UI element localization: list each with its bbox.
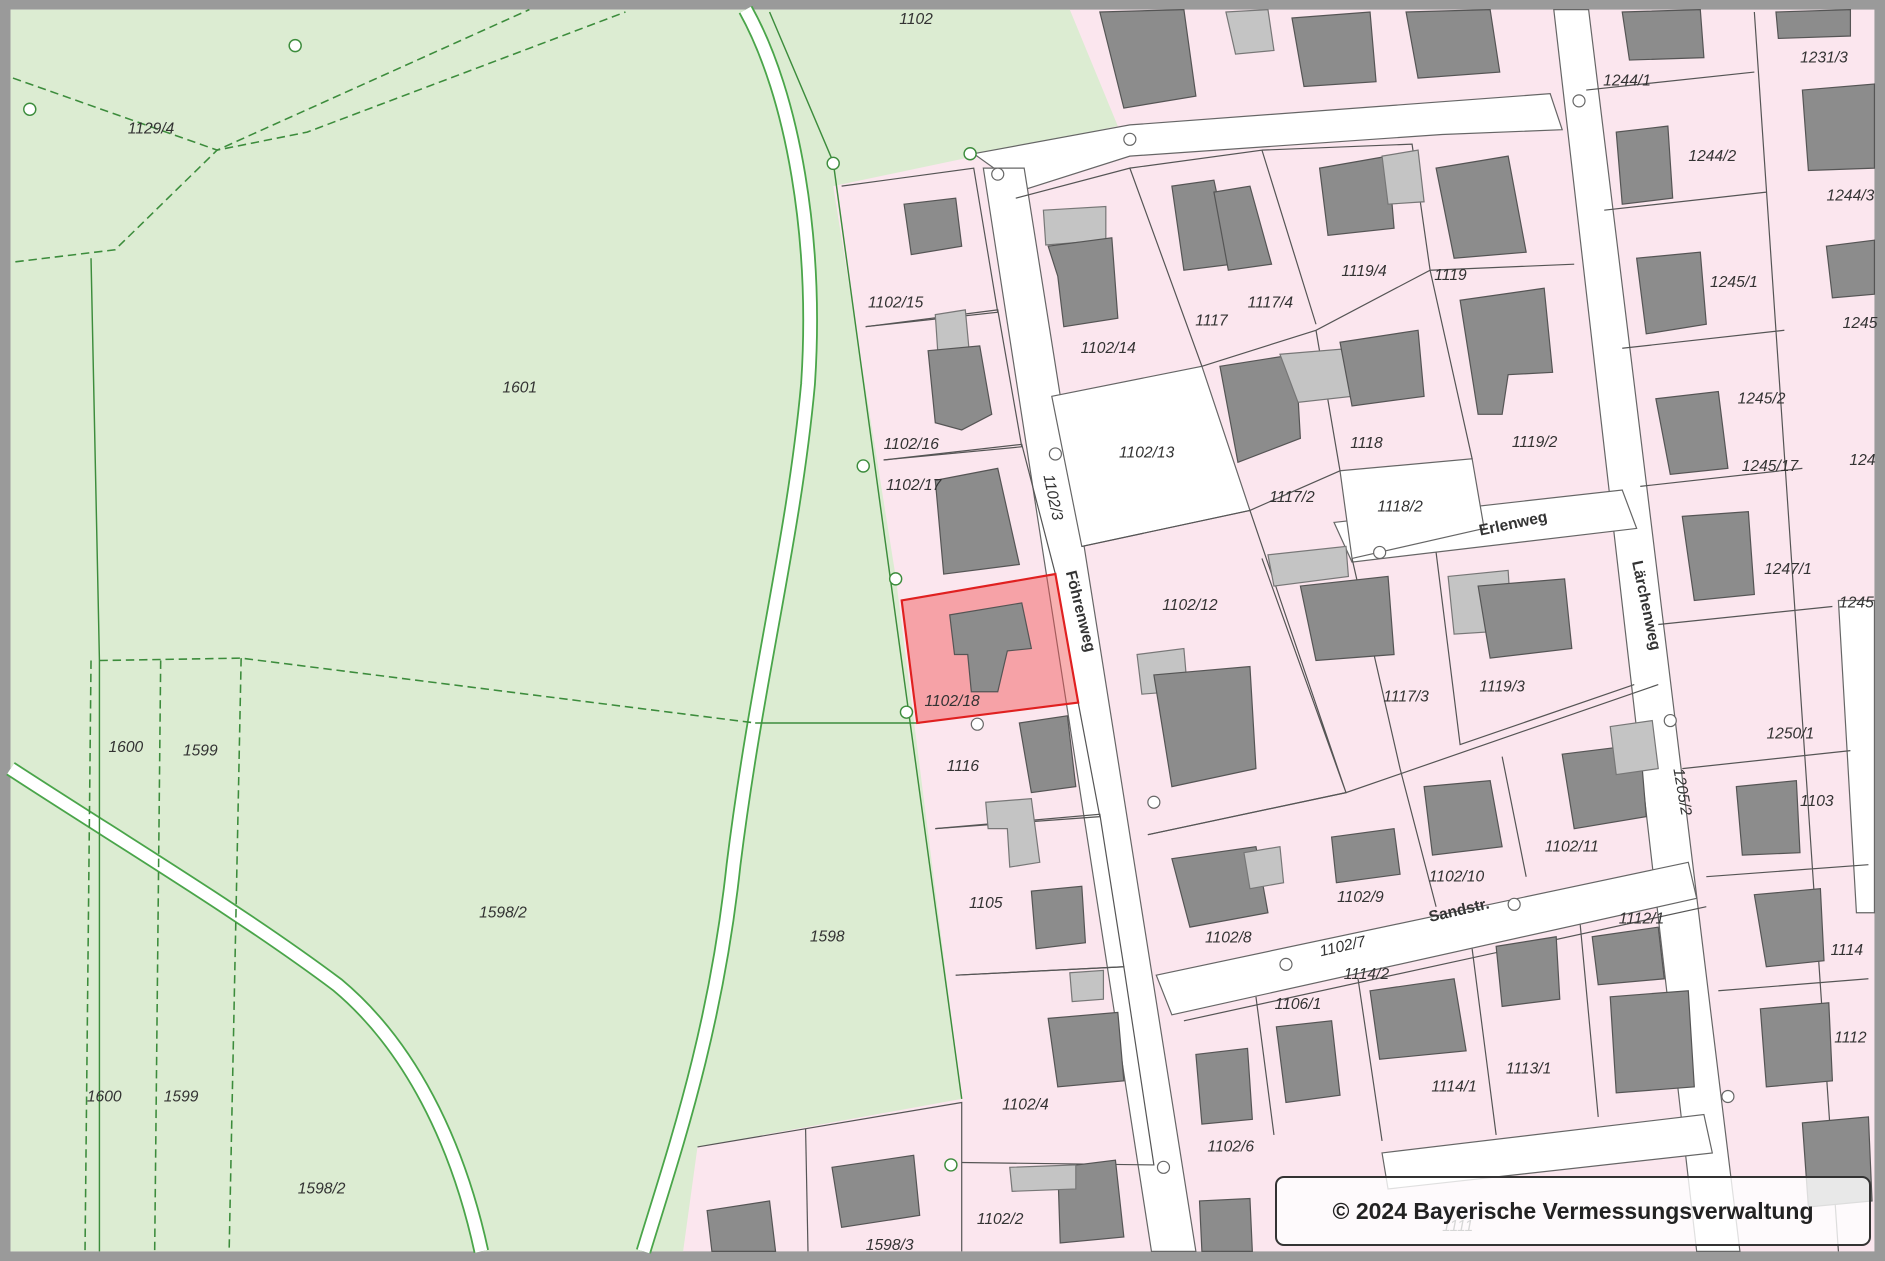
parcel-label: 1102/6: [1207, 1139, 1254, 1156]
copyright-notice: © 2024 Bayerische Vermessungsverwaltung: [1275, 1176, 1871, 1246]
parcel-label: 1119: [1434, 267, 1467, 284]
parcel-label: 1118: [1350, 435, 1383, 452]
parcel-label: 1244/2: [1688, 148, 1736, 165]
parcel-label: 1102/16: [884, 436, 940, 453]
parcel-label: 1599: [164, 1088, 199, 1105]
parcel-label: 1598/3: [866, 1237, 914, 1254]
parcel-label: 1102: [899, 11, 933, 28]
map-view[interactable]: 1102 1129/4 1601 1600 1599 1598/2 1598 1…: [0, 0, 1885, 1261]
parcel-label: 1116: [947, 758, 980, 775]
parcel-label-selected: 1102/18: [924, 693, 980, 710]
parcel-label: 1250/1: [1766, 726, 1814, 743]
parcel-label: 1102/10: [1429, 868, 1485, 885]
cadastral-map[interactable]: 1102 1129/4 1601 1600 1599 1598/2 1598 1…: [0, 0, 1885, 1261]
parcel-label: 1598/2: [298, 1181, 346, 1198]
parcel-label: 1102/12: [1162, 597, 1218, 614]
parcel-label: 1245/2: [1738, 391, 1786, 408]
parcel-label: 1114/2: [1344, 966, 1390, 983]
parcel-label: 1119/2: [1512, 434, 1558, 451]
parcel-label: 1105: [969, 895, 1003, 912]
parcel-label: 1114: [1831, 942, 1864, 959]
parcel-label: 1244/1: [1603, 72, 1651, 89]
parcel-label: 1102/11: [1545, 838, 1599, 855]
parcel-label: 1599: [183, 742, 218, 759]
parcel-label: 1231/3: [1800, 49, 1848, 66]
parcel-label: 1244/3: [1827, 188, 1875, 205]
parcel-label: 1600: [108, 739, 143, 756]
parcel-label: 1102/15: [868, 294, 924, 311]
parcel-label: 1113/1: [1506, 1061, 1551, 1078]
parcel-label: 1102/17: [886, 477, 943, 494]
parcel-label: 1118/2: [1377, 499, 1423, 516]
parcel-label: 1114/1: [1431, 1079, 1476, 1096]
parcel-label: 124: [1849, 452, 1875, 469]
parcel-label: 1117/4: [1248, 294, 1294, 311]
parcel-label: 1117: [1195, 312, 1229, 329]
parcel-label: 1106/1: [1275, 996, 1322, 1013]
parcel-label: 1245: [1839, 595, 1874, 612]
parcel-label: 1129/4: [128, 120, 175, 137]
parcel-label: 1102/8: [1205, 930, 1252, 947]
parcel-label: 1102/9: [1337, 889, 1384, 906]
parcel-label: 1598: [810, 929, 845, 946]
parcel-label: 1102/13: [1119, 445, 1175, 462]
parcel-label: 1117/2: [1269, 489, 1315, 506]
parcel-label: 1598/2: [479, 905, 527, 922]
parcel-label: 1247/1: [1764, 561, 1812, 578]
parcel-label: 1112: [1834, 1029, 1867, 1046]
parcel-label: 1245/17: [1742, 458, 1800, 475]
parcel-label: 1103: [1800, 793, 1834, 810]
parcel-label: 1102/14: [1081, 340, 1137, 357]
parcel-label: 1117/3: [1383, 688, 1429, 705]
parcel-label: 1102/4: [1002, 1097, 1049, 1114]
parcel-label: 1112/1: [1619, 911, 1664, 928]
parcel-label: 1119/4: [1341, 263, 1387, 280]
parcel-label: 1600: [87, 1088, 122, 1105]
parcel-label: 1119/3: [1479, 679, 1525, 696]
parcel-label: 1245/1: [1710, 274, 1758, 291]
parcel-label: 1601: [502, 380, 537, 397]
parcel-label: 1102/2: [977, 1211, 1024, 1228]
parcel-label: 1245: [1843, 315, 1878, 332]
